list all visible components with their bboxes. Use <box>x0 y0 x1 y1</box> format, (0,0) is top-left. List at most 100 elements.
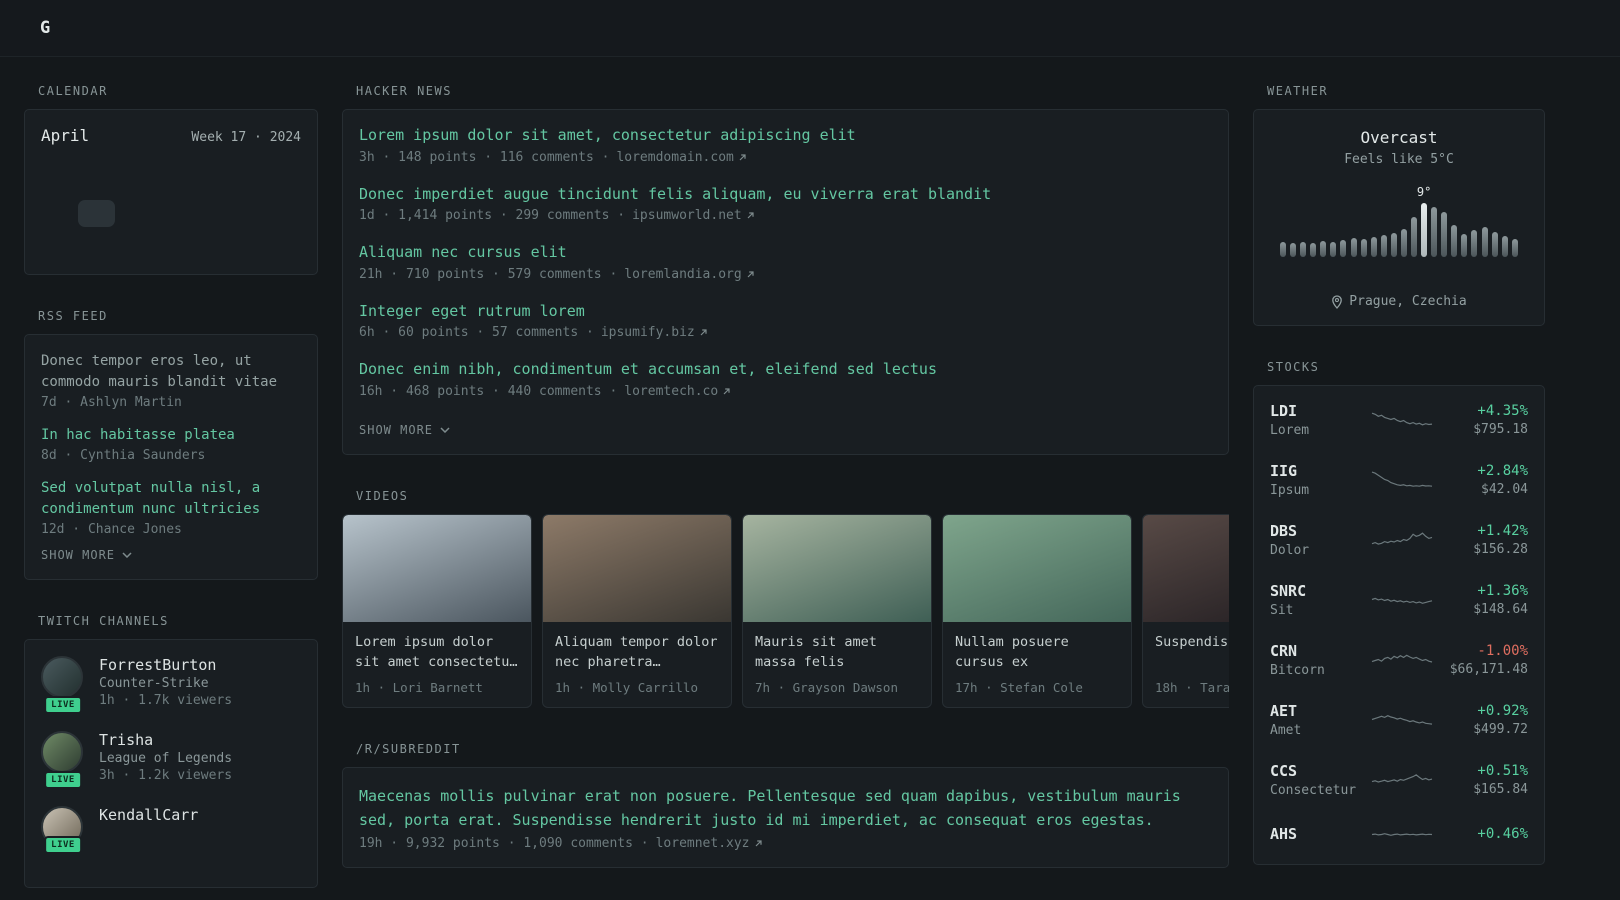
video-card[interactable]: Lorem ipsum dolor sit amet consectetu… 1… <box>342 513 532 708</box>
subreddit-post-domain: loremnet.xyz <box>655 835 750 851</box>
hn-item-domain-link[interactable]: ipsumworld.net <box>632 208 755 223</box>
hn-item-meta: 16h · 468 points · 440 comments · <box>359 383 618 399</box>
video-title[interactable]: Aliquam tempor dolor nec pharetra… <box>555 632 719 674</box>
rss-item-title[interactable]: Donec tempor eros leo, ut commodo mauris… <box>41 351 301 393</box>
weather-condition: Overcast <box>1360 128 1438 147</box>
stock-row[interactable]: CRN Bitcorn -1.00% $66,171.48 <box>1270 630 1528 690</box>
hn-item-domain: loremdomain.com <box>616 149 734 165</box>
video-thumbnail[interactable] <box>1143 514 1229 622</box>
video-thumbnail[interactable] <box>943 514 1131 622</box>
video-card[interactable]: Mauris sit amet massa felis 7h · Grayson… <box>742 513 932 708</box>
page-tabs <box>86 0 170 56</box>
stock-symbol: CRN <box>1270 642 1298 660</box>
weather-hour-bar <box>1400 229 1407 257</box>
hn-show-more-button[interactable]: SHOW MORE <box>359 423 450 437</box>
weather-hour-bar <box>1380 235 1387 257</box>
channel-category[interactable]: Counter-Strike <box>99 676 232 691</box>
calendar-day <box>227 169 264 196</box>
video-row: Lorem ipsum dolor sit amet consectetu… 1… <box>342 513 1229 708</box>
stock-row[interactable]: CCS Consectetur +0.51% $165.84 <box>1270 750 1528 810</box>
stock-price: $42.04 <box>1481 482 1528 497</box>
calendar-day <box>78 200 116 227</box>
rss-card: Donec tempor eros leo, ut commodo mauris… <box>24 334 318 580</box>
video-title[interactable]: Mauris sit amet massa felis <box>755 632 919 674</box>
stock-row[interactable]: SNRC Sit +1.36% $148.64 <box>1270 570 1528 630</box>
weather-hour-bar <box>1511 239 1518 257</box>
calendar-day <box>190 231 227 258</box>
hn-item-domain: ipsumworld.net <box>632 208 742 223</box>
stock-row[interactable]: AHS +0.46% <box>1270 810 1528 860</box>
channel-avatar[interactable]: LIVE <box>41 656 85 714</box>
avatar[interactable] <box>41 656 83 698</box>
twitch-channel: LIVE KendallCarr <box>41 806 301 854</box>
video-thumbnail[interactable] <box>543 514 731 622</box>
channel-avatar[interactable]: LIVE <box>41 731 85 789</box>
stock-symbol: LDI <box>1270 402 1298 420</box>
video-card[interactable]: Suspendisse diam 18h · Tara <box>1142 513 1229 708</box>
channel-meta: 1h · 1.7k viewers <box>99 693 233 708</box>
video-meta: 1h · Lori Barnett <box>355 679 483 695</box>
stock-change: +0.51% <box>1477 763 1528 779</box>
stock-row[interactable]: LDI Lorem +4.35% $795.18 <box>1270 390 1528 450</box>
video-card[interactable]: Nullam posuere cursus ex 17h · Stefan Co… <box>942 513 1132 708</box>
weather-hour-bar <box>1411 217 1418 257</box>
stock-change: +0.92% <box>1477 703 1528 719</box>
stock-name: Dolor <box>1270 543 1310 558</box>
calendar-day <box>41 169 78 196</box>
app-logo[interactable]: G <box>40 18 50 38</box>
video-meta: 18h · Tara <box>1155 679 1229 695</box>
subreddit-post-title[interactable]: Maecenas mollis pulvinar erat non posuer… <box>359 784 1212 832</box>
calendar-day <box>152 169 189 196</box>
video-title[interactable]: Nullam posuere cursus ex <box>955 632 1119 674</box>
rss-item: Sed volutpat nulla nisl, a condimentum n… <box>41 478 301 537</box>
stock-row[interactable]: AET Amet +0.92% $499.72 <box>1270 690 1528 750</box>
stock-row[interactable]: DBS Dolor +1.42% $156.28 <box>1270 510 1528 570</box>
stock-change: +1.42% <box>1477 523 1528 539</box>
weather-hour-bar <box>1340 240 1347 257</box>
hacker-news-widget: HACKER NEWS Lorem ipsum dolor sit amet, … <box>342 84 1229 455</box>
hn-item-domain-link[interactable]: loremlandia.org <box>624 267 754 282</box>
weather-widget: WEATHER Overcast Feels like 5°C 9° Pragu… <box>1253 84 1545 326</box>
live-badge: LIVE <box>44 696 82 714</box>
stock-sparkline <box>1371 715 1433 725</box>
avatar[interactable] <box>41 731 83 773</box>
channel-name[interactable]: Trisha <box>99 731 232 749</box>
hn-item-domain-link[interactable]: loremtech.co <box>624 384 731 399</box>
calendar-day <box>227 200 264 227</box>
channel-name[interactable]: ForrestBurton <box>99 656 232 674</box>
hn-item-title[interactable]: Integer eget rutrum lorem <box>359 302 1212 322</box>
channel-category[interactable]: League of Legends <box>99 751 232 766</box>
weather-hour-bar <box>1320 241 1327 257</box>
channel-name[interactable]: KendallCarr <box>99 806 198 824</box>
rss-show-more-button[interactable]: SHOW MORE <box>41 548 132 562</box>
stock-name: Bitcorn <box>1270 663 1325 678</box>
video-title[interactable]: Suspendisse diam <box>1155 632 1229 674</box>
stock-symbol: AET <box>1270 702 1298 720</box>
video-card[interactable]: Aliquam tempor dolor nec pharetra… 1h · … <box>542 513 732 708</box>
channel-avatar[interactable]: LIVE <box>41 806 85 854</box>
hn-item-title[interactable]: Donec imperdiet augue tincidunt felis al… <box>359 185 1212 205</box>
hn-item-domain-link[interactable]: loremdomain.com <box>616 150 746 165</box>
hn-item-title[interactable]: Aliquam nec cursus elit <box>359 243 1212 263</box>
rss-item-title[interactable]: Sed volutpat nulla nisl, a condimentum n… <box>41 478 301 520</box>
twitch-widget: TWITCH CHANNELS LIVE ForrestBurton Count… <box>24 614 318 888</box>
stock-symbol: AHS <box>1270 824 1298 843</box>
stock-sparkline <box>1371 471 1433 487</box>
subreddit-post-domain-link[interactable]: loremnet.xyz <box>656 836 763 851</box>
subreddit-widget-title: /R/SUBREDDIT <box>356 741 461 756</box>
hn-item-title[interactable]: Lorem ipsum dolor sit amet, consectetur … <box>359 126 1212 146</box>
stock-row[interactable]: IIG Ipsum +2.84% $42.04 <box>1270 450 1528 510</box>
hn-item-domain-link[interactable]: ipsumify.biz <box>601 325 708 340</box>
rss-item-title[interactable]: In hac habitasse platea <box>41 425 301 446</box>
video-title[interactable]: Lorem ipsum dolor sit amet consectetu… <box>355 632 519 674</box>
hn-item-title[interactable]: Donec enim nibh, condimentum et accumsan… <box>359 360 1212 380</box>
video-thumbnail[interactable] <box>743 514 931 622</box>
hn-item: Donec imperdiet augue tincidunt felis al… <box>359 185 1212 224</box>
stocks-card: LDI Lorem +4.35% $795.18 IIG Ipsum +2.84… <box>1253 385 1545 865</box>
calendar-day <box>78 169 115 196</box>
weather-hour-bar <box>1350 238 1357 257</box>
rss-item-meta: 7d · Ashlyn Martin <box>41 395 182 410</box>
video-thumbnail[interactable] <box>343 514 531 622</box>
weather-hour-bar: 9° <box>1417 185 1431 257</box>
stocks-widget: STOCKS LDI Lorem +4.35% $795.18 IIG Ipsu… <box>1253 360 1545 865</box>
